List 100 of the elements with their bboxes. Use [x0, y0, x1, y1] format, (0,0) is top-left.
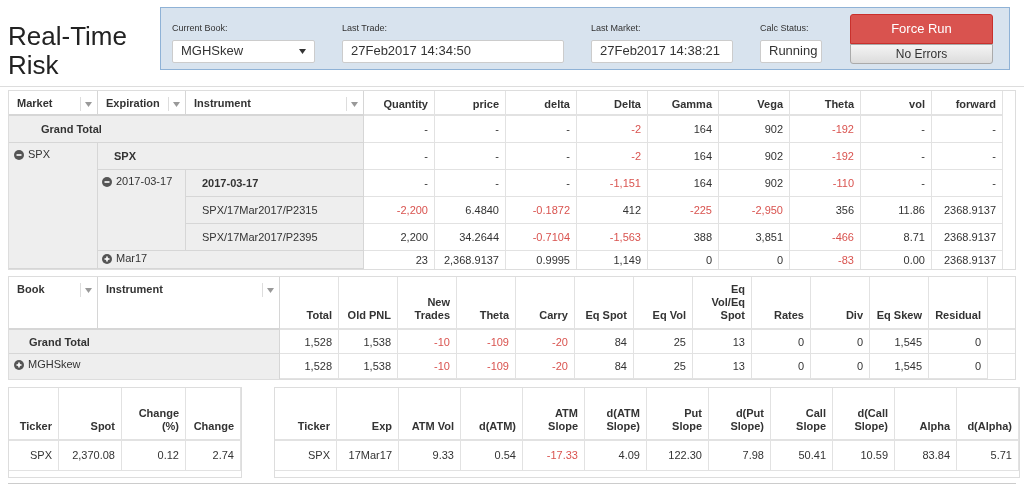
- table-cell: 25: [634, 354, 693, 379]
- column-header[interactable]: Call Slope: [771, 388, 833, 441]
- table-cell: -: [435, 143, 506, 170]
- table-cell: -109: [457, 354, 516, 379]
- filter-icon[interactable]: [350, 99, 359, 109]
- table-cell: -0.7104: [506, 224, 577, 251]
- table-cell: -192: [790, 143, 861, 170]
- column-header[interactable]: Instrument: [186, 91, 364, 116]
- table-cell: -10: [398, 354, 457, 379]
- book-select[interactable]: MGHSkew: [172, 39, 315, 63]
- table-cell: 122.30: [647, 441, 709, 471]
- column-header[interactable]: d(Alpha): [957, 388, 1019, 441]
- row-header: SPX: [98, 143, 364, 170]
- column-header[interactable]: Quantity: [364, 91, 435, 116]
- column-header[interactable]: Alpha: [895, 388, 957, 441]
- column-header[interactable]: Exp: [337, 388, 399, 441]
- column-header[interactable]: d(ATM): [461, 388, 523, 441]
- expand-icon[interactable]: [102, 254, 112, 264]
- row-header: SPX/17Mar2017/P2395: [186, 224, 364, 251]
- column-header[interactable]: Eq Vol: [634, 277, 693, 330]
- errors-button[interactable]: No Errors: [850, 44, 993, 64]
- column-header[interactable]: Theta: [457, 277, 516, 330]
- table-cell: 0: [752, 330, 811, 354]
- column-header[interactable]: Rates: [752, 277, 811, 330]
- table-cell: -: [435, 170, 506, 197]
- field-label: Calc Status:: [760, 22, 810, 35]
- column-header[interactable]: ATM Slope: [523, 388, 585, 441]
- text-field[interactable]: 27Feb2017 14:38:21: [591, 39, 733, 63]
- column-header[interactable]: Change: [186, 388, 241, 441]
- collapse-icon[interactable]: [102, 177, 112, 187]
- column-header[interactable]: d(Put Slope): [709, 388, 771, 441]
- column-header[interactable]: New Trades: [398, 277, 457, 330]
- table-cell: 13: [693, 330, 752, 354]
- column-header[interactable]: Book: [9, 277, 98, 330]
- column-header[interactable]: Market: [9, 91, 98, 116]
- table-cell: 4.09: [585, 441, 647, 471]
- expand-icon[interactable]: [14, 360, 24, 370]
- table-cell: 25: [634, 330, 693, 354]
- table-cell: 2.74: [186, 441, 241, 471]
- table-cell: -: [506, 170, 577, 197]
- column-header[interactable]: ATM Vol: [399, 388, 461, 441]
- text-field[interactable]: 27Feb2017 14:34:50: [342, 39, 564, 63]
- column-header[interactable]: Ticker: [9, 388, 59, 441]
- column-header[interactable]: Total: [280, 277, 339, 330]
- row-header: Grand Total: [9, 116, 364, 143]
- column-header[interactable]: Spot: [59, 388, 122, 441]
- table-cell: 10.59: [833, 441, 895, 471]
- column-header[interactable]: vol: [861, 91, 932, 116]
- table-cell: 164: [648, 116, 719, 143]
- table-cell: -0.1872: [506, 197, 577, 224]
- table-cell: 1,528: [280, 330, 339, 354]
- column-header[interactable]: delta: [506, 91, 577, 116]
- column-header[interactable]: Vega: [719, 91, 790, 116]
- table-cell: -: [364, 170, 435, 197]
- column-header[interactable]: Residual: [929, 277, 988, 330]
- text-field[interactable]: Running: [760, 39, 822, 63]
- table-cell: 2,200: [364, 224, 435, 251]
- table-cell: -2: [577, 143, 648, 170]
- table-cell: 902: [719, 116, 790, 143]
- column-header[interactable]: Carry: [516, 277, 575, 330]
- table-cell: 0.12: [122, 441, 186, 471]
- collapse-icon[interactable]: [14, 150, 24, 160]
- column-header[interactable]: Div: [811, 277, 870, 330]
- table-cell: -2,950: [719, 197, 790, 224]
- column-header[interactable]: Instrument: [98, 277, 280, 330]
- column-header[interactable]: Eq Skew: [870, 277, 929, 330]
- table-cell: 2,370.08: [59, 441, 122, 471]
- table-cell: -2,200: [364, 197, 435, 224]
- column-header[interactable]: Ticker: [275, 388, 337, 441]
- table-cell: -: [932, 143, 1003, 170]
- column-header[interactable]: Theta: [790, 91, 861, 116]
- table-cell: -20: [516, 330, 575, 354]
- filter-icon[interactable]: [266, 285, 275, 295]
- column-header[interactable]: Delta: [577, 91, 648, 116]
- column-header[interactable]: Change (%): [122, 388, 186, 441]
- row-header: Grand Total: [9, 330, 280, 354]
- dropdown-arrow-icon: [299, 48, 306, 54]
- column-header[interactable]: Gamma: [648, 91, 719, 116]
- column-header[interactable]: Old PNL: [339, 277, 398, 330]
- table-cell: 388: [648, 224, 719, 251]
- table-cell: -225: [648, 197, 719, 224]
- table-cell: 0: [811, 330, 870, 354]
- filter-icon[interactable]: [84, 285, 93, 295]
- column-header[interactable]: Put Slope: [647, 388, 709, 441]
- column-header[interactable]: Eq Vol/Eq Spot: [693, 277, 752, 330]
- force-run-button[interactable]: Force Run: [850, 14, 993, 44]
- table-cell: 902: [719, 143, 790, 170]
- table-cell: 1,545: [870, 330, 929, 354]
- field-label: Current Book:: [172, 22, 229, 35]
- table-cell: 84: [575, 354, 634, 379]
- column-header[interactable]: Expiration: [98, 91, 186, 116]
- table-cell: 6.4840: [435, 197, 506, 224]
- column-header[interactable]: d(Call Slope): [833, 388, 895, 441]
- column-header[interactable]: Eq Spot: [575, 277, 634, 330]
- filter-icon[interactable]: [172, 99, 181, 109]
- column-header[interactable]: d(ATM Slope): [585, 388, 647, 441]
- column-header[interactable]: forward: [932, 91, 1003, 116]
- filter-icon[interactable]: [84, 99, 93, 109]
- table-cell: -: [364, 143, 435, 170]
- column-header[interactable]: price: [435, 91, 506, 116]
